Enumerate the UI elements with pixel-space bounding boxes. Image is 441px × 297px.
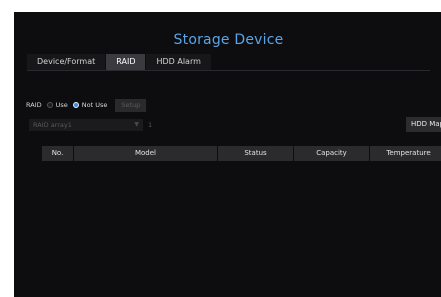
setup-button[interactable]: Setup (115, 98, 147, 112)
raid-label: RAID (26, 101, 42, 109)
column-header-model[interactable]: Model (74, 146, 218, 161)
column-header-status[interactable]: Status (218, 146, 294, 161)
hdd-map-button[interactable]: HDD Map (406, 117, 441, 132)
raid-not-use-radio[interactable] (72, 102, 79, 108)
tab-divider (27, 70, 430, 71)
raid-array-extra: 1 (148, 121, 153, 129)
raid-not-use-label: Not Use (81, 101, 108, 109)
raid-use-radio[interactable] (46, 102, 53, 108)
page-title: Storage Device (173, 32, 284, 48)
raid-mode-row: RAID Use Not Use Setup (26, 98, 147, 112)
tab-hdd-alarm[interactable]: HDD Alarm (146, 54, 211, 70)
column-header-temperature[interactable]: Temperature (370, 146, 441, 161)
raid-use-label: Use (55, 101, 68, 109)
tab-device-format[interactable]: Device/Format (27, 54, 106, 70)
tab-raid[interactable]: RAID (106, 54, 146, 70)
storage-device-panel: Storage Device Device/Format RAID HDD Al… (14, 12, 441, 297)
column-header-capacity[interactable]: Capacity (294, 146, 370, 161)
tab-bar: Device/Format RAID HDD Alarm (27, 54, 212, 70)
column-header-no[interactable]: No. (42, 146, 74, 161)
raid-array-select[interactable]: RAID array1 ▼ (29, 119, 143, 131)
table-header: No. Model Status Capacity Temperature (42, 146, 441, 161)
raid-array-value: RAID array1 (33, 121, 72, 129)
chevron-down-icon: ▼ (134, 121, 139, 128)
